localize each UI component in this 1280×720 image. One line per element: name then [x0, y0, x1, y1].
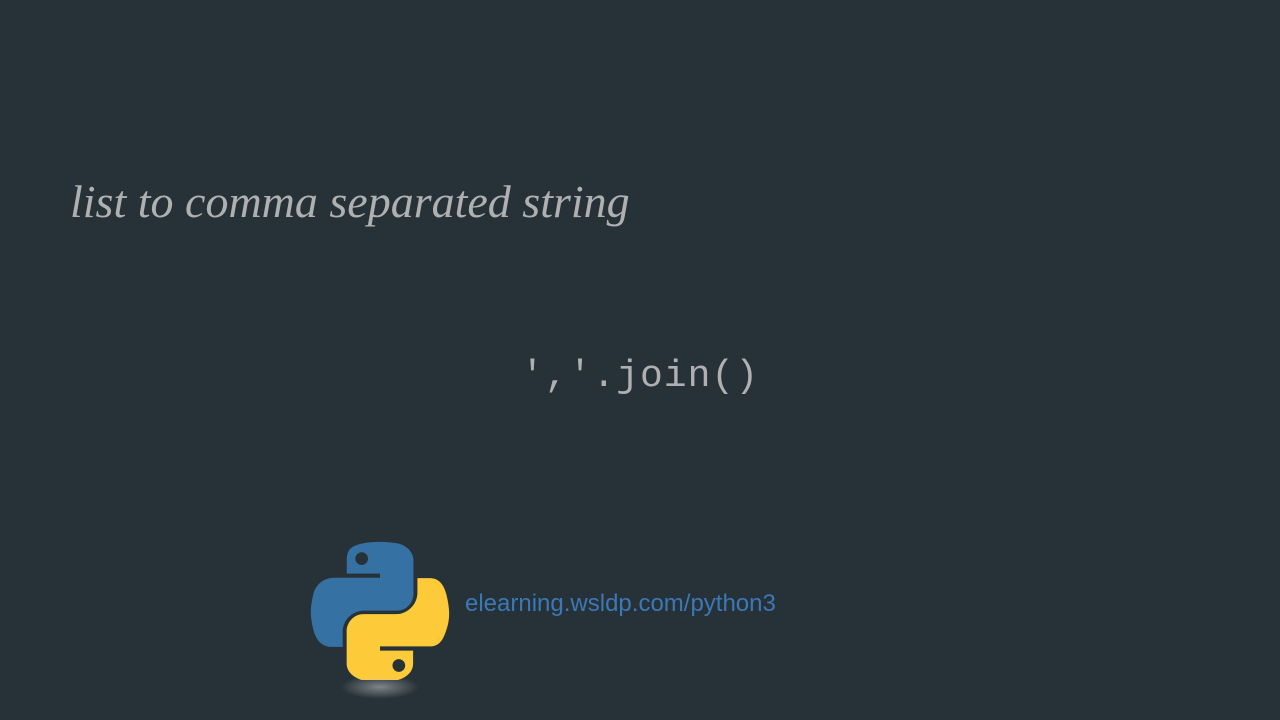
- code-snippet: ','.join(): [0, 355, 1280, 398]
- python-logo: [310, 540, 450, 710]
- logo-shadow: [340, 675, 420, 699]
- slide-title: list to comma separated string: [70, 175, 630, 228]
- source-url: elearning.wsldp.com/python3: [465, 590, 776, 618]
- python-logo-icon: [310, 540, 450, 680]
